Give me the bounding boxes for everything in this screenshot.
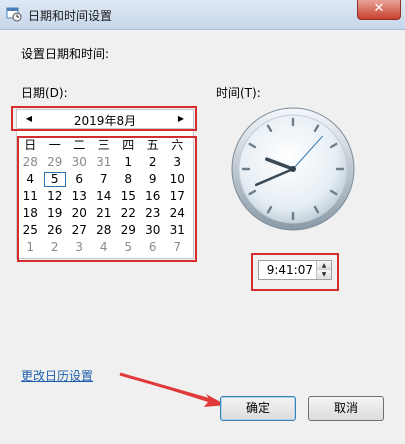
ok-button[interactable]: 确定	[220, 396, 296, 421]
calendar-day[interactable]: 9	[141, 171, 166, 188]
weekday-header: 四	[122, 138, 135, 152]
weekday-header: 五	[146, 138, 159, 152]
calendar-day[interactable]: 28	[92, 222, 117, 239]
window-title: 日期和时间设置	[28, 9, 113, 23]
calendar-day[interactable]: 15	[116, 188, 141, 205]
close-button[interactable]: ✕	[357, 0, 401, 20]
calendar-day[interactable]: 30	[67, 154, 92, 171]
next-month-button[interactable]: ▶	[173, 110, 189, 128]
calendar-day[interactable]: 8	[116, 171, 141, 188]
calendar-day[interactable]: 1	[18, 239, 43, 256]
calendar-day[interactable]: 22	[116, 205, 141, 222]
calendar-day[interactable]: 31	[165, 222, 190, 239]
spin-down-button[interactable]: ▼	[316, 270, 331, 279]
calendar-day[interactable]: 13	[67, 188, 92, 205]
calendar-day[interactable]: 25	[18, 222, 43, 239]
analog-clock	[231, 107, 355, 231]
calendar-day[interactable]: 17	[165, 188, 190, 205]
calendar-day[interactable]: 4	[92, 239, 117, 256]
calendar-day[interactable]: 21	[92, 205, 117, 222]
calendar-day[interactable]: 14	[92, 188, 117, 205]
calendar-day[interactable]: 6	[141, 239, 166, 256]
time-label: 时间(T):	[216, 86, 261, 100]
calendar-day[interactable]: 16	[141, 188, 166, 205]
change-calendar-settings-link[interactable]: 更改日历设置	[21, 367, 93, 384]
close-icon: ✕	[373, 1, 385, 16]
calendar-day[interactable]: 2	[141, 154, 166, 171]
calendar-day[interactable]: 7	[165, 239, 190, 256]
calendar-day[interactable]: 3	[67, 239, 92, 256]
calendar-day[interactable]: 24	[165, 205, 190, 222]
title-bar: 日期和时间设置 ✕	[0, 0, 405, 30]
calendar-day[interactable]: 31	[92, 154, 117, 171]
calendar-day[interactable]: 23	[141, 205, 166, 222]
calendar-day[interactable]: 5	[43, 171, 68, 188]
weekday-header: 一	[48, 138, 61, 152]
calendar-day[interactable]: 18	[18, 205, 43, 222]
calendar-day[interactable]: 29	[43, 154, 68, 171]
calendar-day[interactable]: 7	[92, 171, 117, 188]
calendar-day[interactable]: 27	[67, 222, 92, 239]
calendar-day[interactable]: 26	[43, 222, 68, 239]
weekday-header: 三	[97, 138, 110, 152]
calendar-day[interactable]: 6	[67, 171, 92, 188]
page-heading: 设置日期和时间:	[21, 47, 110, 61]
weekday-header: 二	[73, 138, 86, 152]
calendar-header: ◀ 2019年8月 ▶	[16, 109, 194, 129]
calendar-day[interactable]: 28	[18, 154, 43, 171]
weekday-header: 日	[24, 138, 37, 152]
calendar-day[interactable]: 4	[18, 171, 43, 188]
date-label: 日期(D):	[21, 86, 68, 100]
calendar-day[interactable]: 12	[43, 188, 68, 205]
calendar-day[interactable]: 5	[116, 239, 141, 256]
prev-month-button[interactable]: ◀	[21, 110, 37, 128]
calendar-day[interactable]: 19	[43, 205, 68, 222]
calendar-day[interactable]: 3	[165, 154, 190, 171]
calendar-clock-icon	[6, 7, 22, 22]
month-title[interactable]: 2019年8月	[37, 112, 173, 129]
calendar-day[interactable]: 29	[116, 222, 141, 239]
weekday-header: 六	[171, 138, 184, 152]
calendar-day[interactable]: 20	[67, 205, 92, 222]
spin-up-button[interactable]: ▲	[316, 261, 331, 270]
cancel-button[interactable]: 取消	[308, 396, 384, 421]
calendar-day[interactable]: 2	[43, 239, 68, 256]
calendar-day[interactable]: 30	[141, 222, 166, 239]
calendar-day[interactable]: 11	[18, 188, 43, 205]
calendar-day[interactable]: 10	[165, 171, 190, 188]
time-input[interactable]: 9:41:07	[259, 263, 315, 277]
time-spinner[interactable]: 9:41:07 ▲ ▼	[258, 260, 332, 280]
calendar-grid: 日一二三四五六 28 29 30 31 1 2 3 4 5 6 7 8 9 10 11 12 13 14 15 16 17…	[18, 137, 194, 256]
clock-center	[290, 166, 296, 172]
calendar-day[interactable]: 1	[116, 154, 141, 171]
